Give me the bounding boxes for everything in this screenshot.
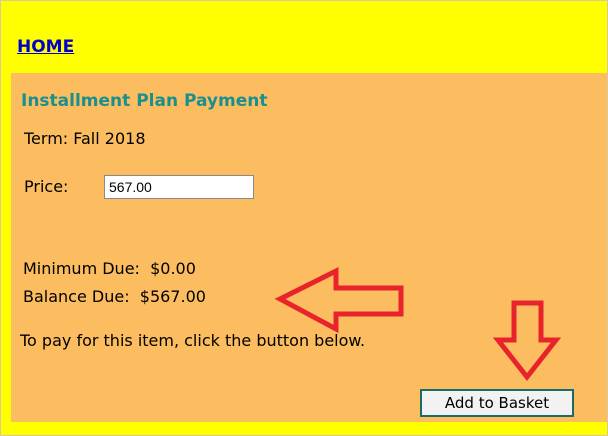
price-label: Price: [24,177,69,196]
page-title: Installment Plan Payment [21,91,268,111]
term-label: Term: Fall 2018 [24,129,146,148]
minimum-due-text: Minimum Due: $0.00 [23,259,196,278]
balance-due-text: Balance Due: $567.00 [23,287,206,306]
home-bar: HOME [1,1,607,73]
home-link[interactable]: HOME [17,37,74,57]
page-frame: HOME Installment Plan Payment Term: Fall… [0,0,608,436]
add-to-basket-button[interactable]: Add to Basket [420,389,574,417]
bottom-strip [1,422,607,435]
price-input[interactable] [104,175,254,199]
payment-panel: Installment Plan Payment Term: Fall 2018… [11,73,607,422]
instructions-text: To pay for this item, click the button b… [20,331,366,350]
